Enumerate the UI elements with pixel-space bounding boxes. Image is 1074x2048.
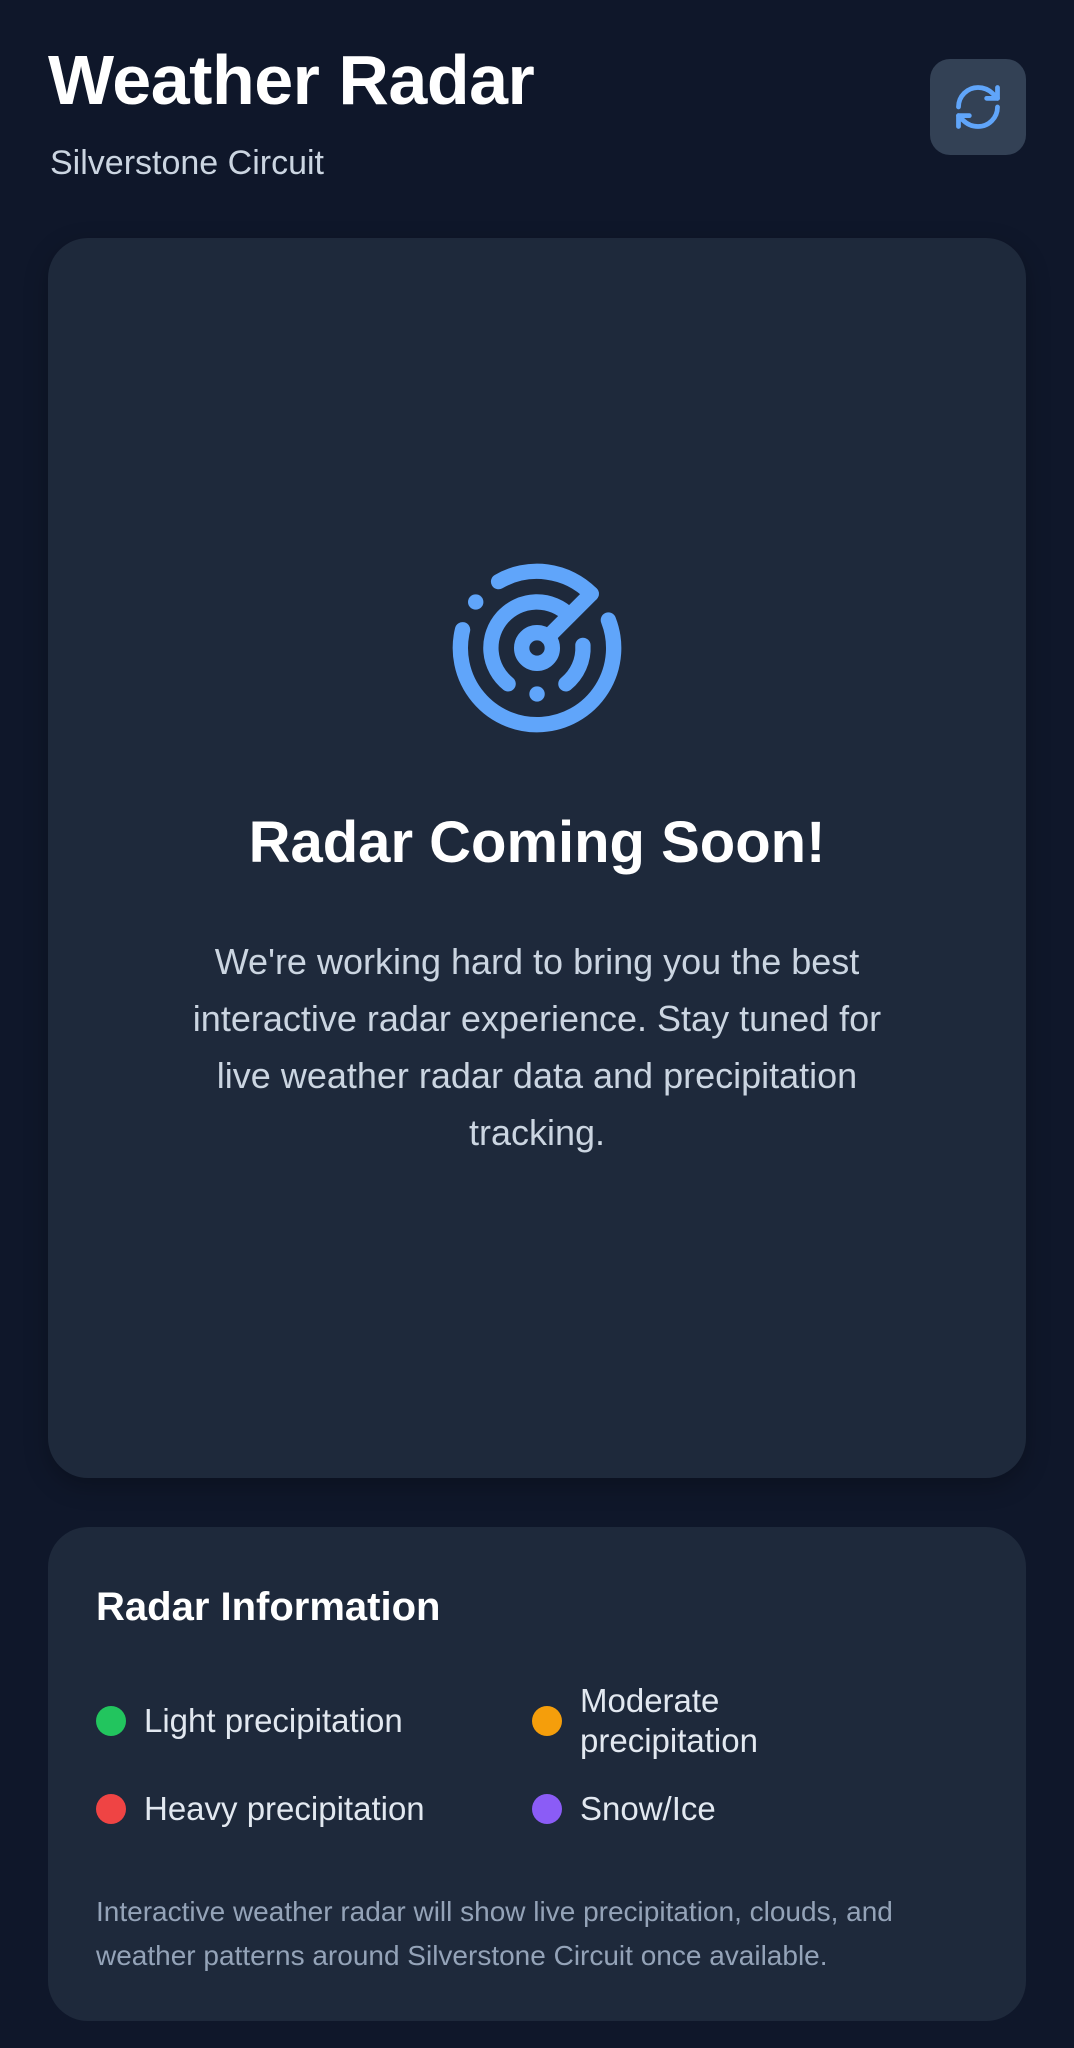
- legend-item-moderate: Moderate precipitation: [532, 1681, 852, 1761]
- legend-dot-light: [96, 1706, 126, 1736]
- refresh-icon: [956, 85, 1000, 129]
- legend-dot-snow: [532, 1794, 562, 1824]
- radar-info-card: Radar Information Light precipitation Mo…: [48, 1527, 1026, 2021]
- coming-soon-description: We're working hard to bring you the best…: [192, 941, 882, 1153]
- legend-label-light: Light precipitation: [144, 1702, 403, 1739]
- legend-dot-moderate: [532, 1706, 562, 1736]
- legend-item-snow: Snow/Ice: [532, 1789, 716, 1829]
- coming-soon-title: Radar Coming Soon!: [248, 810, 826, 875]
- radar-icon: [452, 563, 622, 733]
- header: Weather Radar Silverstone Circuit: [48, 30, 1026, 200]
- legend-item-heavy: Heavy precipitation: [96, 1789, 425, 1829]
- page-title: Weather Radar: [48, 41, 535, 119]
- radar-info-note: Interactive weather radar will show live…: [96, 1896, 893, 1971]
- radar-info-title: Radar Information: [96, 1585, 441, 1629]
- legend-label-snow: Snow/Ice: [580, 1790, 716, 1827]
- refresh-button[interactable]: [930, 59, 1026, 155]
- legend-item-light: Light precipitation: [96, 1681, 403, 1761]
- radar-placeholder-card: Radar Coming Soon! We're working hard to…: [48, 238, 1026, 1478]
- legend-label-moderate: Moderate precipitation: [580, 1682, 758, 1759]
- legend-label-heavy: Heavy precipitation: [144, 1790, 425, 1827]
- legend-dot-heavy: [96, 1794, 126, 1824]
- location-subtitle: Silverstone Circuit: [50, 144, 324, 182]
